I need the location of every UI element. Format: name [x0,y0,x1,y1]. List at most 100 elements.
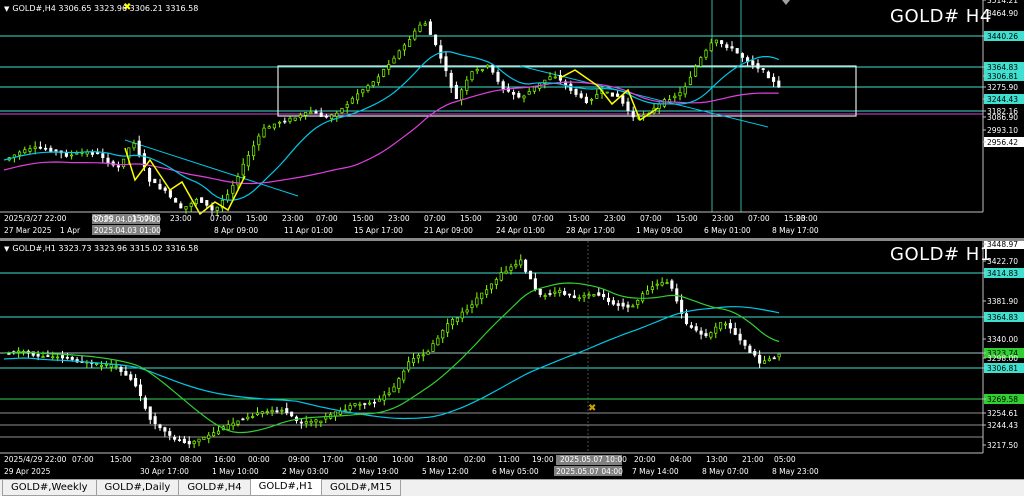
h4-trendline [124,139,299,197]
h4-candle [54,149,58,152]
tab-gold-m15[interactable]: GOLD#,M15 [321,480,401,496]
h4-time-label: 07:00 [748,214,770,223]
h4-chart-canvas[interactable]: ✖2025.04.03 07:002025.04.03 01:003514.21… [0,0,1024,238]
h4-candle [662,99,666,107]
h1-candle [353,403,357,406]
h1-chart-pane[interactable]: ✖ 3448.97 3422.70 3414.83 3381.90 3364.83 3340… [0,241,1024,479]
h1-candle [129,374,133,380]
h4-candle [616,93,620,97]
tab-gold-weekly[interactable]: GOLD#,Weekly [2,480,97,496]
h1-chart-canvas[interactable]: ✖3448.973422.703414.833381.903364.833340… [0,241,1024,479]
h1-candle [723,323,728,326]
h4-candle [382,68,386,77]
h4-candle [761,68,765,70]
h1-candle [499,272,503,281]
h4-candle [579,93,583,98]
h1-candle [270,409,274,413]
tab-gold-daily[interactable]: GOLD#,Daily [95,480,180,496]
h1-candle [65,356,69,359]
h1-candle [285,408,289,414]
h1-date-label: 2 May 19:00 [352,467,399,476]
h4-candle [70,154,74,157]
h1-candle [236,420,240,425]
h4-chart-pane[interactable]: ✖ 2025.04.03 07:00 2025.04.03 01:00 3514.21… [0,0,1024,238]
h1-time-label: 2025.05.07 10:00 [560,455,627,464]
h1-candle [528,270,533,280]
h4-candle [304,112,308,116]
tab-gold-h4[interactable]: GOLD#,H4 [178,480,251,496]
h4-candle [751,60,755,65]
h4-time-label: 23:00 [604,214,626,223]
h1-ma-fast [3,282,780,434]
h1-candle [694,326,698,331]
h4-price-label: 3306.81 [987,72,1018,81]
h1-candle [509,266,513,271]
h1-candle [431,343,435,352]
h1-candle [533,278,537,290]
h1-candle [177,439,182,442]
h1-candle [636,300,640,306]
h1-candle [241,418,245,421]
h4-candle [148,168,152,182]
h1-candle [460,311,464,319]
h4-candle [38,146,42,149]
h1-time-label: 20:00 [634,455,656,464]
h1-candle [372,401,377,404]
h4-candle [350,97,354,104]
h4-candle [517,93,521,98]
h4-candle [215,206,219,211]
h4-candle [194,199,198,204]
h4-time-label: 23:00 [388,214,410,223]
h1-candle [290,411,294,417]
h4-candle [324,115,328,118]
h4-candle [740,53,744,58]
h4-candle [200,197,204,203]
h4-candle [465,79,469,91]
h4-candle [574,88,578,95]
h1-candle [56,356,60,359]
h1-candle [309,420,313,424]
h4-candle [231,185,235,194]
h1-candle [436,337,440,346]
h4-candle [621,95,625,104]
h1-candle [382,394,386,401]
h4-candle [548,76,552,81]
h1-candle [246,416,250,420]
h1-candle [280,409,284,412]
h1-date-label: 8 May 23:00 [772,467,819,476]
h4-symbol-title: GOLD# H4 [890,6,992,27]
h4-candle [470,71,474,81]
h1-candle [597,292,601,296]
h4-candle [642,114,646,117]
h1-candle [519,259,523,266]
h4-candle [491,64,495,73]
h1-candle [197,438,201,443]
h4-candle [366,85,370,91]
h1-ohlc-text: GOLD#,H1 3323.73 3323.96 3315.02 3316.58 [12,244,199,253]
h4-date-label: 1 May 09:00 [636,226,683,235]
h1-symbol-title: GOLD# H1 [890,244,992,265]
h1-candle [377,398,381,402]
h4-candle [512,91,516,95]
h4-time-label: 2025/3/27 22:00 [4,214,67,223]
h1-candle [416,354,420,359]
h4-time-label: 15:00 [246,214,268,223]
h4-candle [330,114,334,119]
h1-candle [524,259,528,272]
h4-candle [262,127,266,138]
h1-candle [343,409,347,412]
h4-time-label: 15:00 [132,214,154,223]
h1-candle [680,299,684,314]
h4-candle [434,34,438,45]
h1-candle [212,432,216,437]
h4-time-label: 15:00 [460,214,482,223]
h4-crosshair-date: 2025.04.03 01:00 [94,226,161,235]
h1-candle [631,305,635,308]
h4-candle [64,152,68,157]
h4-date-label: 11 Apr 01:00 [284,226,333,235]
tab-gold-h1[interactable]: GOLD#,H1 [249,479,322,496]
h4-time-label: 23:00 [496,214,518,223]
h1-candle [348,405,352,410]
h4-price-label: 3364.83 [987,63,1018,72]
h1-candle [119,366,123,372]
